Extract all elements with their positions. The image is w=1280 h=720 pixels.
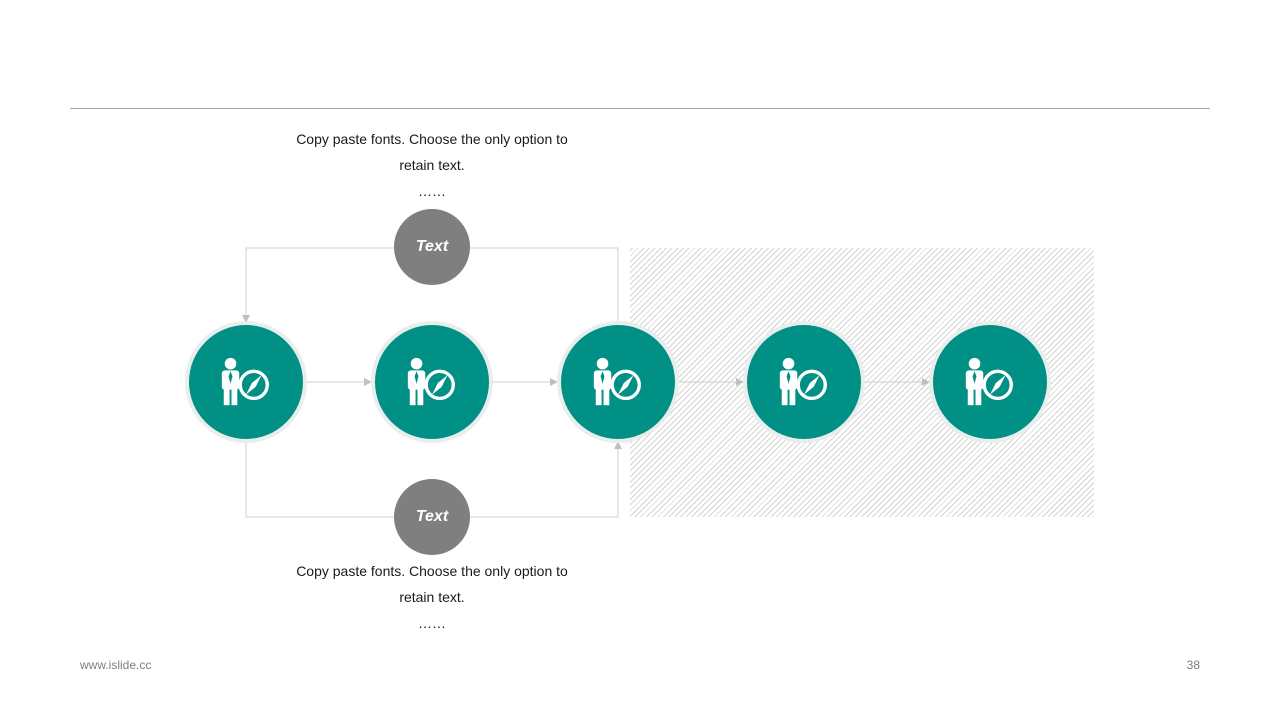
person-compass-icon — [779, 357, 827, 406]
bottom-description-line-3: …… — [418, 615, 446, 631]
page-number: 38 — [1186, 658, 1200, 672]
person-compass-icon — [593, 357, 641, 406]
person-compass-icon — [221, 357, 269, 406]
bottom-description: Copy paste fonts. Choose the only option… — [267, 558, 597, 636]
bottom-label-circle: Text — [394, 479, 470, 555]
person-compass-icon — [407, 357, 455, 406]
process-node-4 — [747, 325, 861, 439]
bottom-description-line-1: Copy paste fonts. Choose the only option… — [296, 563, 568, 579]
process-node-2 — [375, 325, 489, 439]
process-node-3 — [561, 325, 675, 439]
process-node-1 — [189, 325, 303, 439]
top-label-circle: Text — [394, 209, 470, 285]
bottom-description-line-2: retain text. — [399, 589, 465, 605]
top-description-line-2: retain text. — [399, 157, 465, 173]
process-node-5 — [933, 325, 1047, 439]
top-description-line-1: Copy paste fonts. Choose the only option… — [296, 131, 568, 147]
person-compass-icon — [965, 357, 1013, 406]
top-description: Copy paste fonts. Choose the only option… — [267, 126, 597, 204]
footer-website: www.islide.cc — [80, 658, 152, 672]
top-description-line-3: …… — [418, 183, 446, 199]
